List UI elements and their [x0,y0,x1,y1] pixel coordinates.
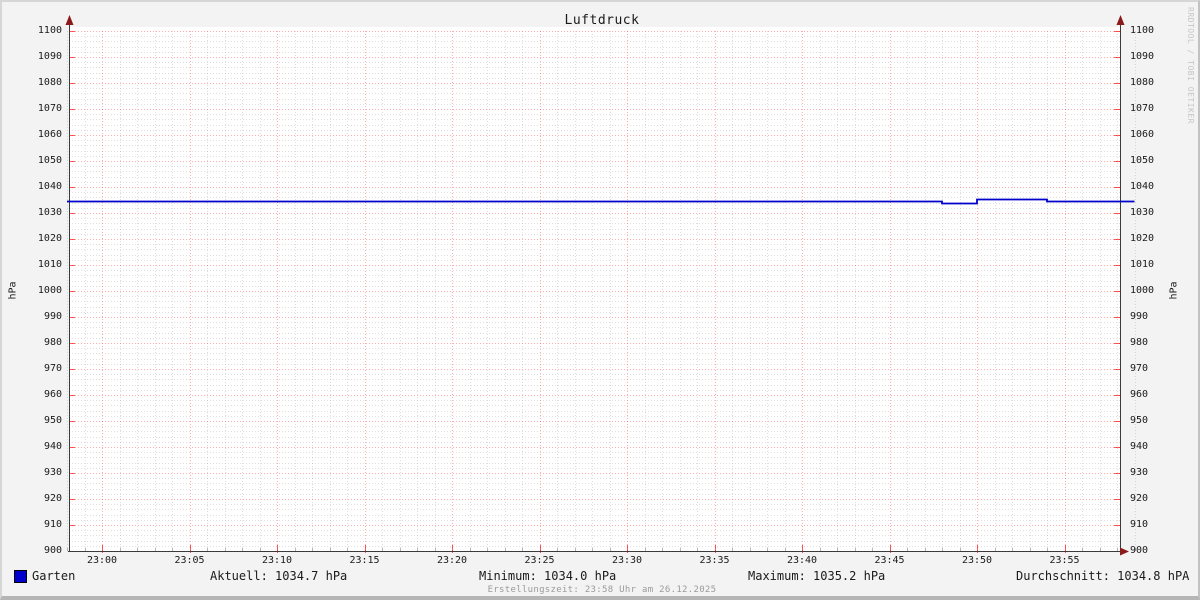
y-tick-label: 970 [1130,363,1172,375]
y-tick-label: 950 [20,415,62,427]
y-tick-label: 1040 [20,181,62,193]
stat-aktuell: Aktuell: 1034.7 hPa [210,569,347,584]
y-tick-label: 980 [20,337,62,349]
y-tick-label: 950 [1130,415,1172,427]
x-tick-label: 23:15 [335,555,395,567]
x-tick-label: 23:30 [597,555,657,567]
y-tick-label: 1070 [20,103,62,115]
x-tick-label: 23:00 [72,555,132,567]
x-tick-label: 23:20 [422,555,482,567]
y-tick-label: 990 [20,311,62,323]
y-tick-label: 960 [20,389,62,401]
y-tick-label: 990 [1130,311,1172,323]
y-tick-label: 1050 [1130,155,1172,167]
y-tick-label: 910 [20,519,62,531]
y-tick-label: 1020 [1130,233,1172,245]
rrdtool-graph: Luftdruck RRDTOOL / TOBI OETIKER hPa hPa… [0,0,1200,600]
y-tick-label: 1080 [1130,77,1172,89]
x-tick-label: 23:10 [247,555,307,567]
y-tick-label: 1000 [1130,285,1172,297]
y-tick-label: 1000 [20,285,62,297]
y-tick-label: 900 [1130,545,1172,557]
y-tick-label: 1050 [20,155,62,167]
y-tick-label: 900 [20,545,62,557]
x-tick-label: 23:25 [510,555,570,567]
x-tick-label: 23:45 [860,555,920,567]
y-tick-label: 1100 [20,25,62,37]
y-tick-label: 960 [1130,389,1172,401]
y-tick-label: 1040 [1130,181,1172,193]
footer-timestamp: Erstellungszeit: 23:58 Uhr am 26.12.2025 [2,585,1200,595]
y-tick-label: 910 [1130,519,1172,531]
y-tick-label: 1030 [20,207,62,219]
y-tick-label: 1010 [1130,259,1172,271]
stat-minimum: Minimum: 1034.0 hPa [479,569,616,584]
y-tick-label: 930 [20,467,62,479]
x-tick-label: 23:40 [772,555,832,567]
y-tick-label: 920 [20,493,62,505]
x-tick-label: 23:35 [685,555,745,567]
x-tick-label: 23:55 [1035,555,1095,567]
y-tick-label: 1030 [1130,207,1172,219]
y-tick-label: 1020 [20,233,62,245]
x-tick-label: 23:05 [160,555,220,567]
plot-area [2,2,1200,600]
y-tick-label: 930 [1130,467,1172,479]
y-tick-label: 980 [1130,337,1172,349]
legend-series-label: Garten [32,569,75,584]
y-tick-label: 1070 [1130,103,1172,115]
stat-maximum: Maximum: 1035.2 hPa [748,569,885,584]
legend-swatch [14,570,27,583]
x-tick-label: 23:50 [947,555,1007,567]
legend: Garten Aktuell: 1034.7 hPa Minimum: 1034.… [2,569,1200,585]
y-tick-label: 1090 [20,51,62,63]
y-tick-label: 940 [1130,441,1172,453]
y-tick-label: 920 [1130,493,1172,505]
y-tick-label: 940 [20,441,62,453]
y-tick-label: 1060 [20,129,62,141]
y-tick-label: 1080 [20,77,62,89]
y-tick-label: 1100 [1130,25,1172,37]
y-tick-label: 1090 [1130,51,1172,63]
y-tick-label: 970 [20,363,62,375]
y-tick-label: 1060 [1130,129,1172,141]
y-tick-label: 1010 [20,259,62,271]
stat-durchschnitt: Durchschnitt: 1034.8 hPA [1016,569,1189,584]
